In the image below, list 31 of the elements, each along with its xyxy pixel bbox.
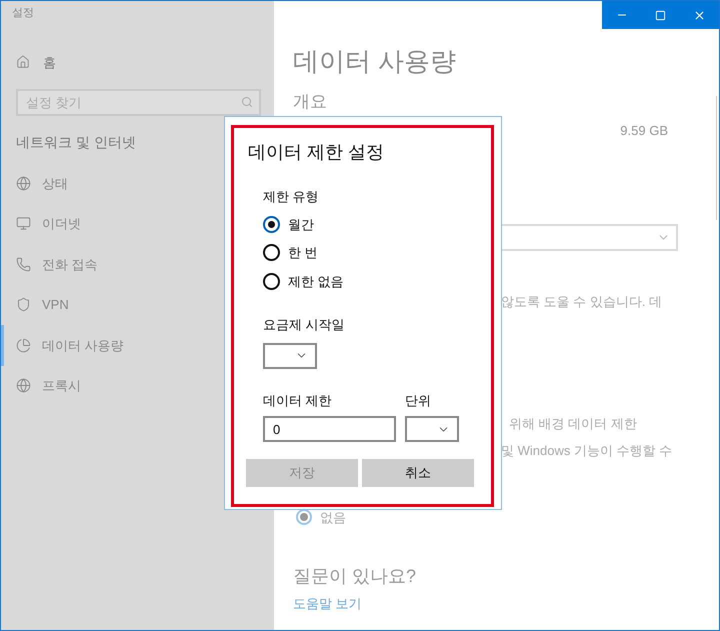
usage-amount: 9.59 GB	[620, 122, 668, 140]
cancel-button[interactable]: 취소	[362, 459, 474, 487]
shield-icon	[16, 297, 31, 312]
description-text: 않도록 도울 수 있습니다. 데	[501, 293, 664, 311]
help-link[interactable]: 도움말 보기	[293, 594, 362, 614]
description-text: 위해 배경 데이터 제한	[509, 414, 638, 432]
phone-icon	[16, 256, 31, 272]
radio-button[interactable]	[263, 244, 280, 262]
home-icon	[16, 55, 30, 70]
home-item[interactable]: 홈	[16, 52, 56, 72]
maximize-icon	[655, 10, 666, 20]
pie-chart-icon	[16, 338, 31, 353]
globe-icon	[16, 176, 31, 191]
window-title: 설정	[12, 6, 35, 21]
globe-icon	[16, 378, 31, 394]
description-text: 및 Windows 기능이 수행할 수	[501, 442, 674, 460]
section-heading: 개요	[293, 91, 328, 113]
unit-dropdown[interactable]	[405, 416, 459, 442]
search-icon	[241, 96, 253, 108]
data-limit-field[interactable]: 0	[263, 416, 396, 442]
radio-button[interactable]	[263, 216, 280, 233]
field-label: 데이터 제한	[263, 392, 333, 410]
help-heading: 질문이 있나요?	[293, 565, 418, 588]
monitor-icon	[16, 216, 31, 232]
page-title: 데이터 사용량	[293, 45, 458, 78]
dialog-title: 데이터 제한 설정	[248, 141, 386, 164]
close-icon	[693, 8, 706, 22]
dropdown[interactable]	[263, 342, 317, 368]
field-label: 제한 유형	[263, 188, 320, 206]
radio-button[interactable]	[263, 272, 280, 290]
field-label: 단위	[405, 392, 432, 410]
